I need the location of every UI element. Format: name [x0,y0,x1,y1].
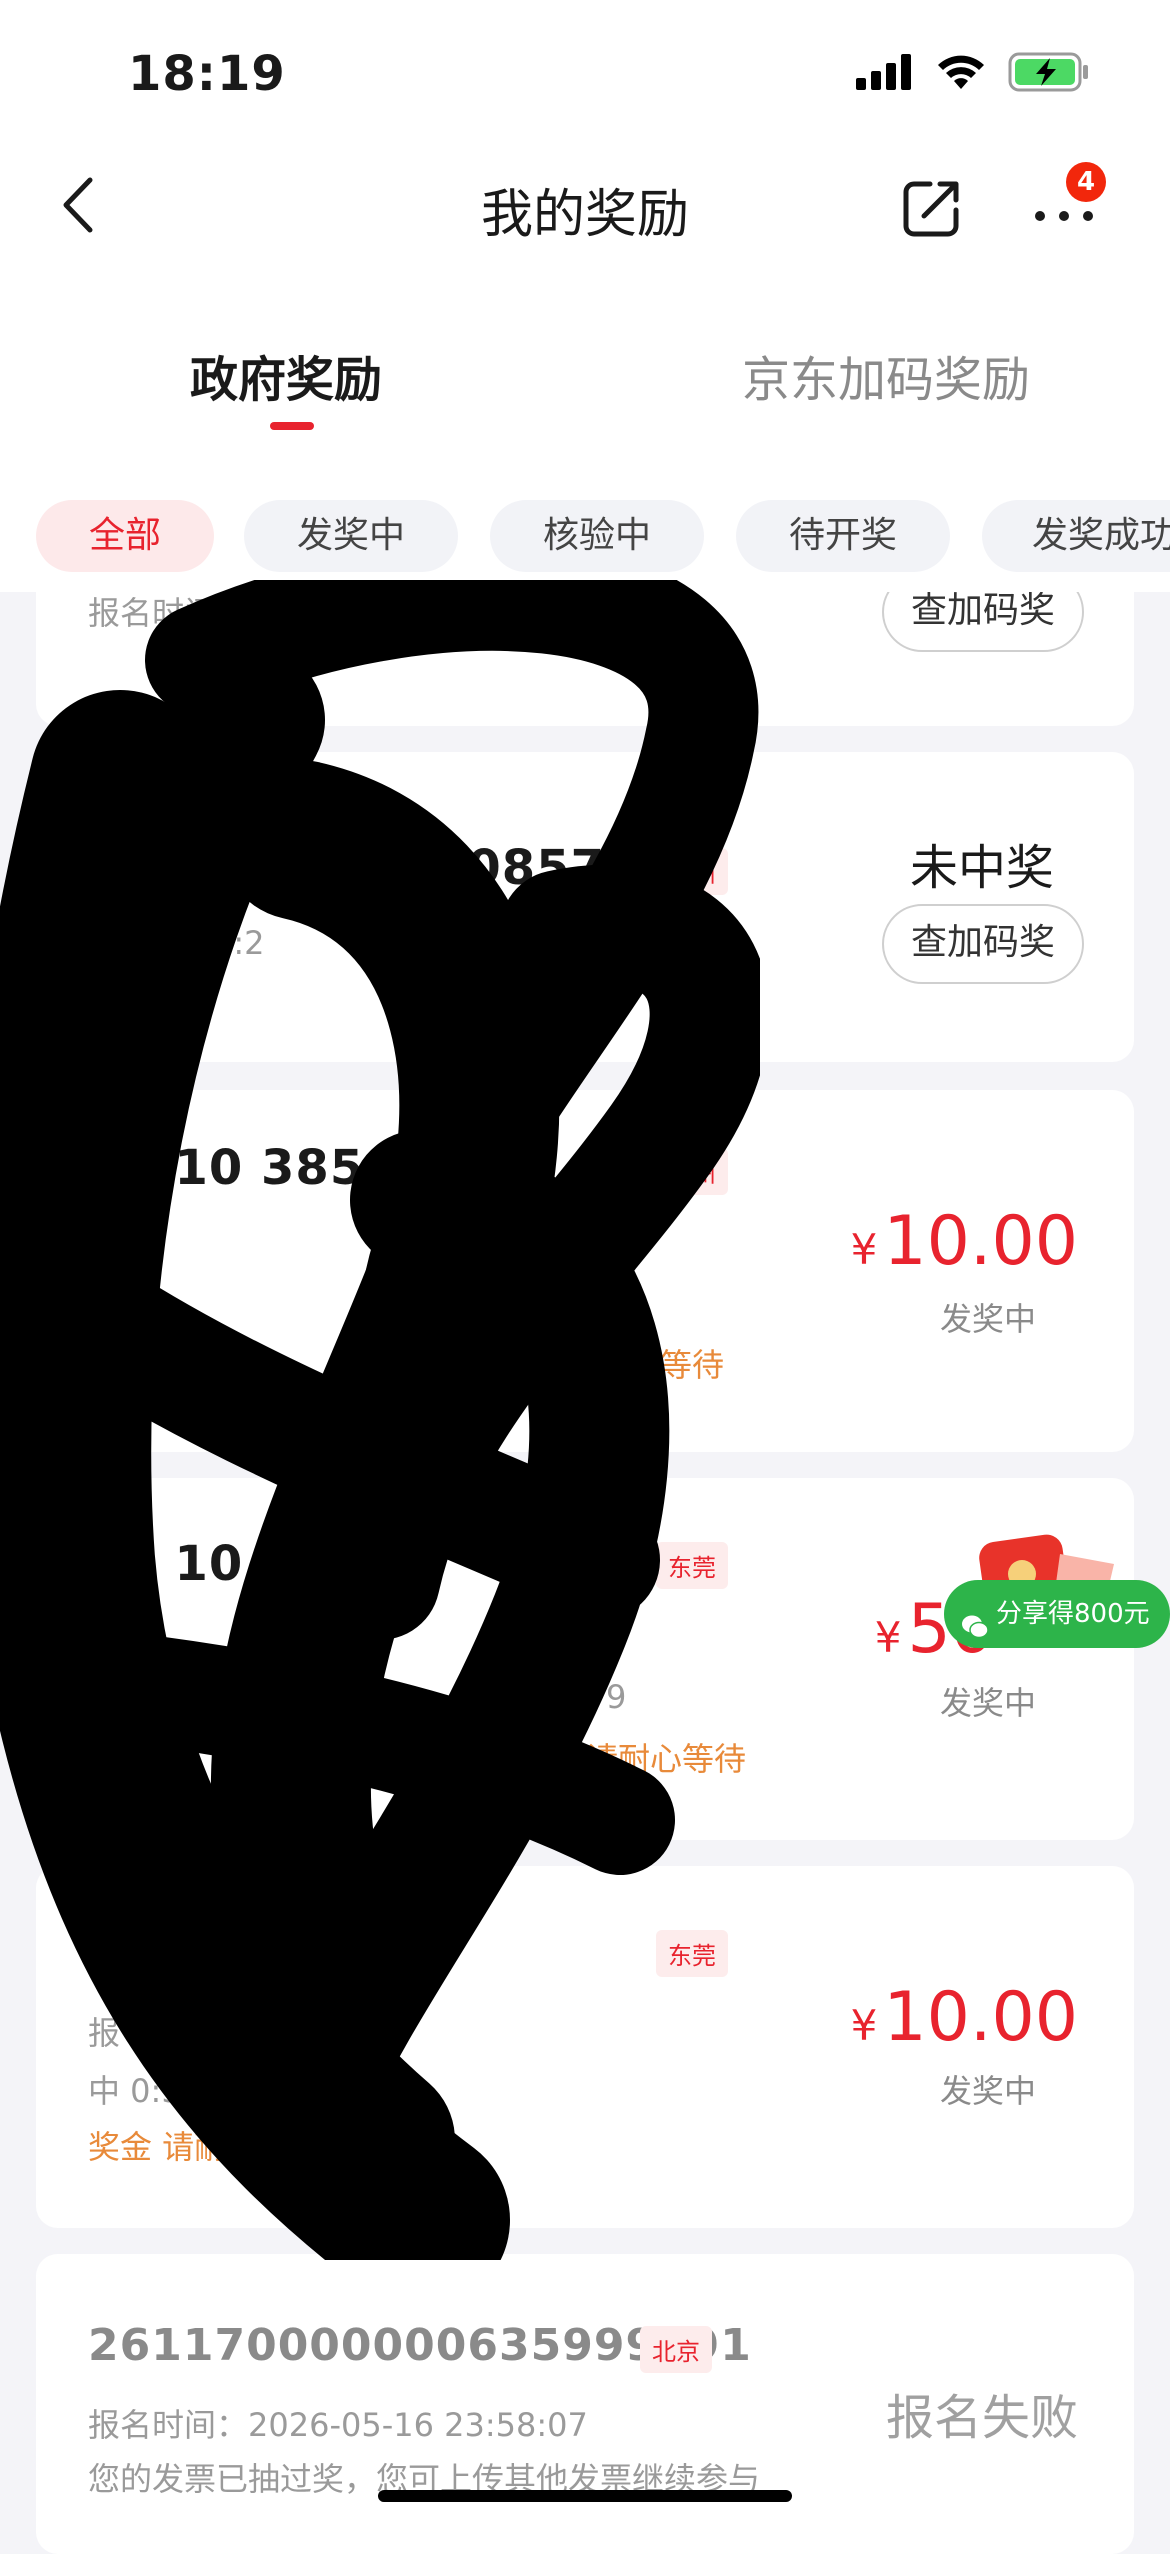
reward-amount: ¥10.00 [851,1978,1078,2057]
city-tag: 广州 [656,848,728,895]
order-number: 2 0 44023 [88,1924,365,1980]
battery-charging-icon [1008,52,1088,92]
status-note: 奖金 请耐心等待 [88,2128,323,2166]
currency-symbol: ¥ [874,1613,902,1662]
order-number: 26 00 0028590857 [88,840,605,896]
time-line: 中 0:39 [88,2072,203,2110]
status-time: 18:19 [128,46,286,102]
order-number: 47 10 385 [88,1140,365,1196]
reward-card[interactable]: 261170000000635999291 北京 报名时间：2026-05-16… [36,2254,1134,2554]
filter-chips: 全部 发奖中 核验中 待开奖 发奖成功 [0,500,1170,572]
status-note: 耐心等待 [596,1346,725,1384]
filter-pending-draw[interactable]: 待开奖 [736,500,950,572]
notification-badge: 4 [1066,162,1106,202]
result-status: 未中奖 [909,840,1054,896]
registration-time: 报名时间：2026-05-16 23:58:07 [88,2406,588,2444]
tab-government-reward[interactable]: 政府奖励 [190,340,382,410]
time-line: 08:34 [516,1230,609,1268]
registration-time: 报名时间：2026-05-17 18:05:4 [88,594,568,632]
status-bar: 18:19 [0,0,1170,150]
share-button[interactable]: 分享得800元 [944,1580,1170,1648]
amount-status: 发奖中 [939,1300,1036,1338]
header-area: 18:19 我的奖励 4 政府奖励 京东加码奖励 全部 发奖中 核验中 待开奖 … [0,0,1170,592]
amount-value: 10.00 [883,1978,1078,2057]
registration-time: 报 -17 18:2 [88,924,265,962]
home-indicator [378,2490,792,2502]
wifi-icon [938,55,984,89]
currency-symbol: ¥ [850,1225,878,1274]
status-icons [856,52,1090,92]
page-title: 我的奖励 [480,185,689,245]
reward-card[interactable]: 2 0 44023 东莞 报 59:38 中 0:39 奖金 请耐心等待 ¥10… [36,1866,1134,2228]
wechat-icon [960,1600,990,1638]
status-note: 请耐心等待 [586,1740,747,1778]
reward-tabs: 政府奖励 京东加码奖励 [0,330,1170,440]
share-icon[interactable] [900,176,964,240]
currency-symbol: ¥ [850,2001,878,2050]
reward-card[interactable]: 47 10 385 广州 08:34 耐心等待 ¥10.00 发奖中 [36,1090,1134,1452]
time-line: 9 [606,1678,627,1716]
share-reward-widget[interactable]: 分享得800元 [944,1534,1170,1704]
reward-card[interactable]: 26 00 0028590857 广州 报 -17 18:2 未中奖 查加码奖 [36,752,1134,1062]
filter-verifying[interactable]: 核验中 [490,500,704,572]
reward-amount: ¥10.00 [851,1202,1078,1281]
tab-jd-bonus-reward[interactable]: 京东加码奖励 [742,340,1030,410]
nav-bar: 我的奖励 4 [0,150,1170,260]
order-number: 64 10 435 [88,1536,365,1592]
city-tag: 北京 [640,2326,712,2373]
time-line: 7 [596,1620,617,1658]
filter-award-success[interactable]: 发奖成功 [982,500,1170,572]
city-tag: 广州 [656,1148,728,1195]
filter-awarding[interactable]: 发奖中 [244,500,458,572]
filter-all[interactable]: 全部 [36,500,214,572]
signal-icon [856,54,911,90]
amount-value: 10.00 [883,1202,1078,1281]
city-tag: 东莞 [656,1930,728,1977]
check-bonus-button[interactable]: 查加码奖 [882,904,1084,984]
amount-status: 发奖中 [939,2072,1036,2110]
city-tag: 东莞 [656,1542,728,1589]
result-status: 报名失败 [885,2390,1078,2446]
active-tab-indicator [270,422,314,430]
time-line: 报 59:38 [88,2014,223,2052]
share-label: 分享得800元 [996,1599,1150,1629]
